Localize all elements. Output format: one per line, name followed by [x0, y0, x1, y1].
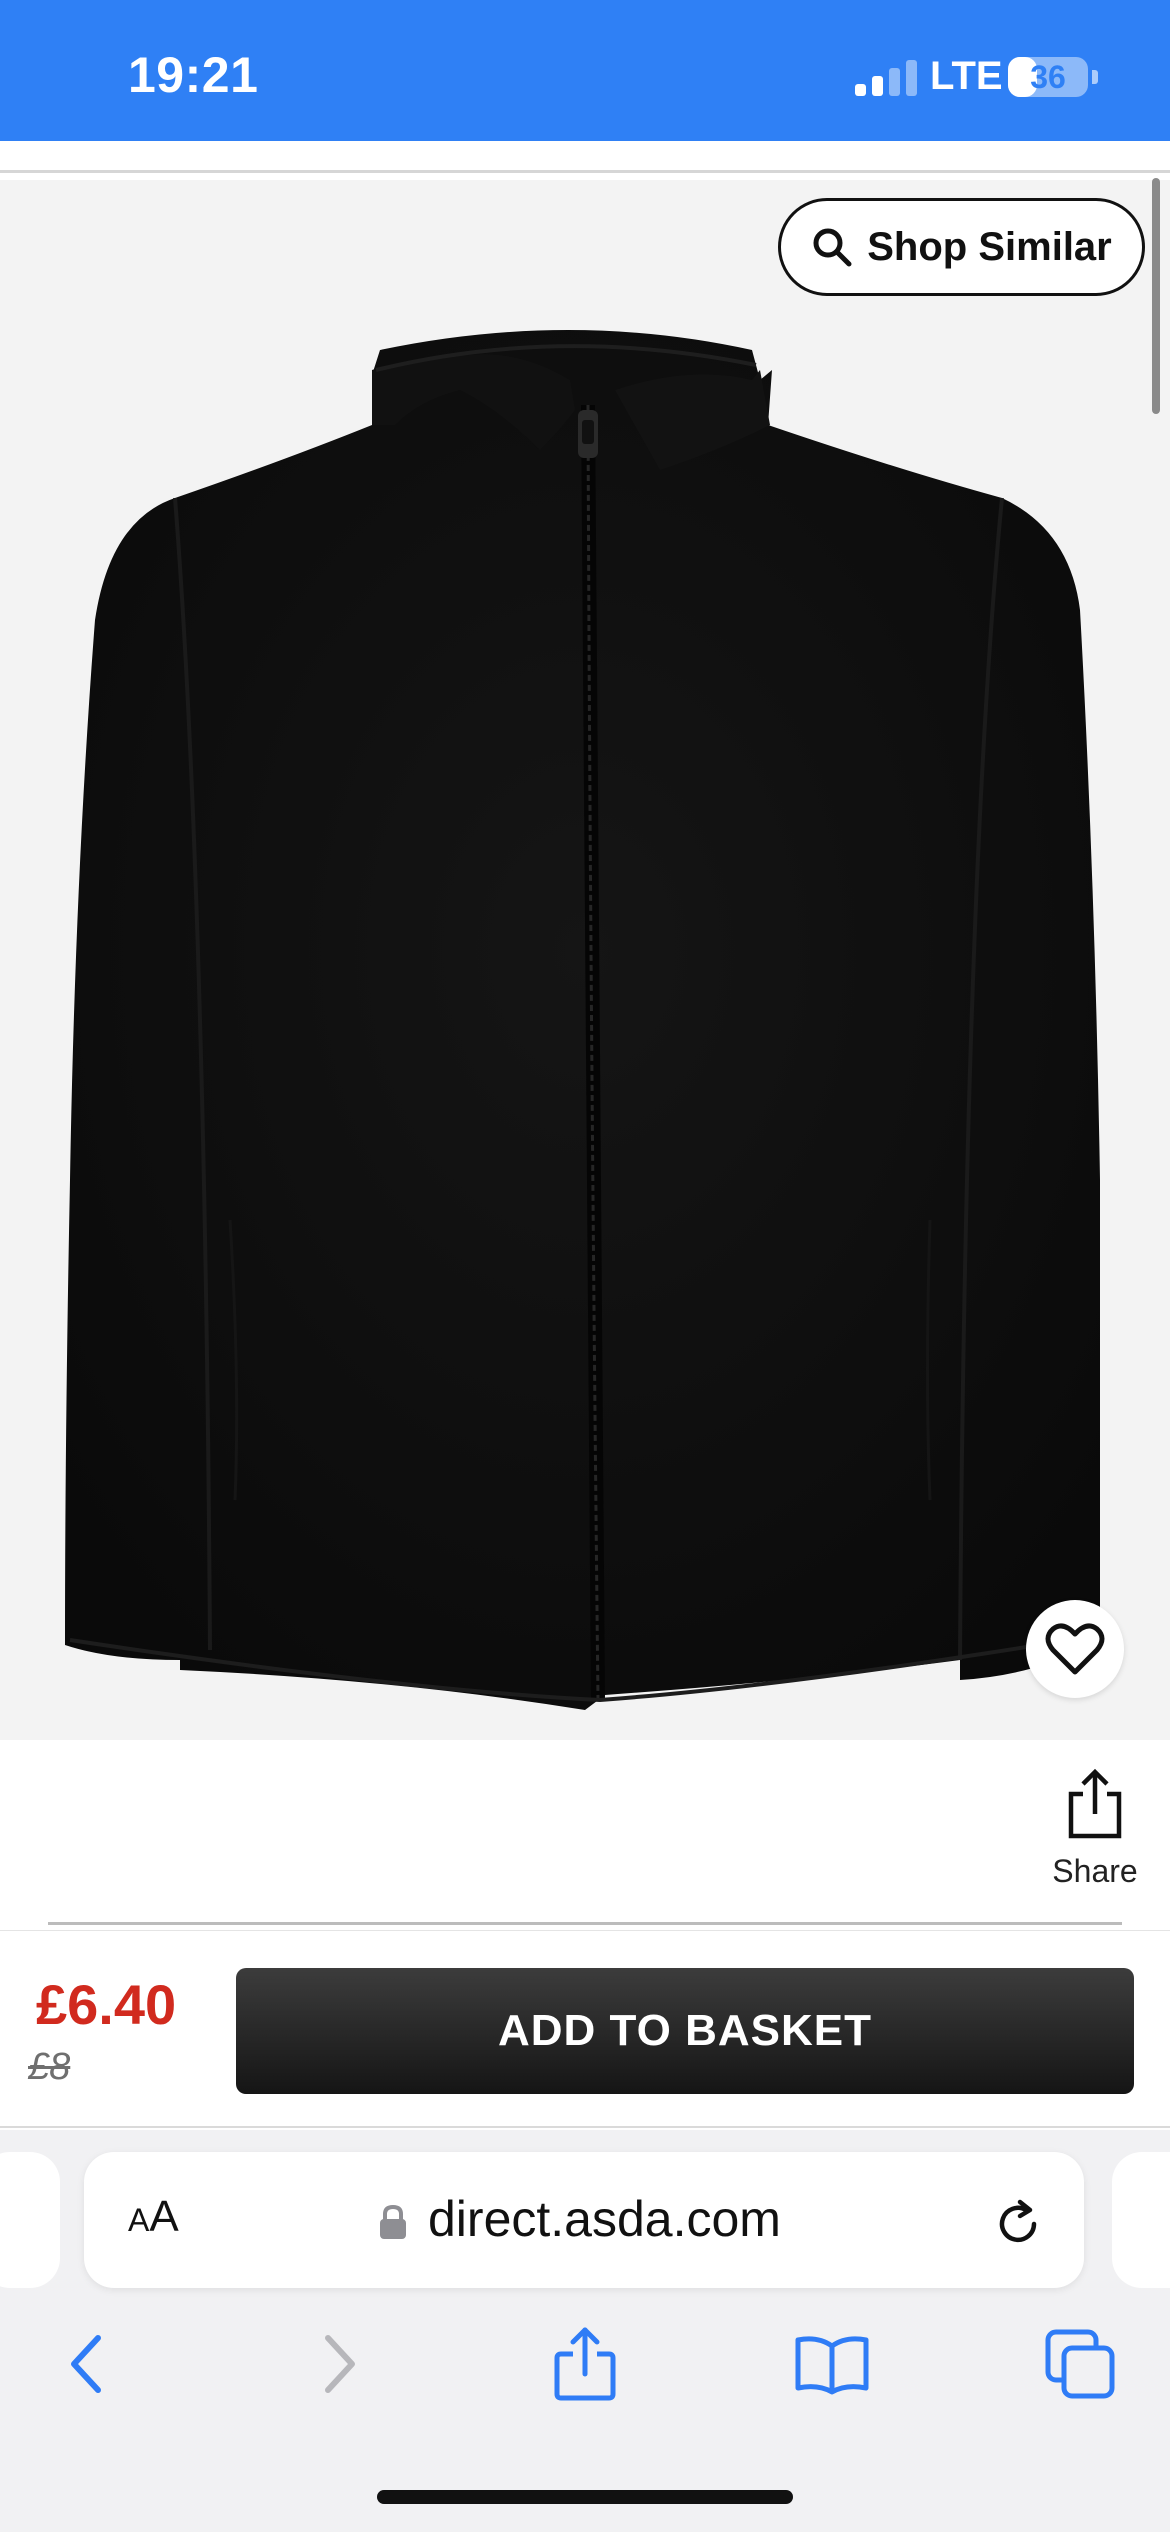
previous-tab-preview[interactable]: [0, 2152, 60, 2288]
share-label: Share: [1052, 1853, 1138, 1889]
tabs-icon: [1045, 2329, 1115, 2399]
share-icon: [1068, 1768, 1122, 1839]
current-price: £6.40: [36, 1973, 177, 2036]
next-tab-preview[interactable]: [1112, 2152, 1170, 2288]
bookmarks-button[interactable]: [790, 2322, 874, 2406]
back-arrow-icon: [71, 2335, 101, 2393]
home-indicator[interactable]: [377, 2490, 793, 2504]
share-button[interactable]: Share: [1030, 1768, 1160, 1898]
forward-arrow-icon: [325, 2335, 355, 2393]
lock-icon: [380, 2204, 406, 2239]
battery-nub: [1092, 70, 1098, 84]
heart-icon: [1045, 1623, 1105, 1675]
original-price: £8: [28, 2046, 71, 2088]
add-to-basket-button[interactable]: ADD TO BASKET: [236, 1968, 1134, 2094]
text-size-large-a: A: [149, 2192, 179, 2241]
product-image-carousel[interactable]: [0, 180, 1170, 1740]
fleece-jacket-image: [65, 330, 1101, 1710]
bookmarks-icon: [795, 2336, 869, 2395]
network-type: LTE: [930, 54, 1003, 98]
shop-similar-button[interactable]: Shop Similar: [778, 198, 1145, 296]
share-sheet-button[interactable]: [543, 2322, 627, 2406]
signal-strength-icon: [855, 60, 917, 96]
back-button[interactable]: [44, 2322, 128, 2406]
text-size-button[interactable]: AA: [128, 2192, 179, 2242]
status-bar: 19:21 LTE 36: [0, 0, 1170, 141]
search-icon: [813, 228, 852, 267]
header-divider: [0, 170, 1170, 173]
battery-icon: 36: [1008, 57, 1088, 97]
add-to-basket-label: ADD TO BASKET: [498, 2006, 872, 2055]
section-divider: [48, 1922, 1122, 1925]
url-text[interactable]: direct.asda.com: [428, 2190, 781, 2248]
battery-percentage: 36: [1030, 59, 1066, 95]
reload-icon[interactable]: [990, 2196, 1046, 2252]
status-time: 19:21: [128, 47, 259, 103]
share-sheet-icon: [554, 2327, 616, 2401]
wishlist-button[interactable]: [1026, 1600, 1124, 1698]
tabs-button[interactable]: [1038, 2322, 1122, 2406]
text-size-small-a: A: [128, 2202, 150, 2238]
shop-similar-label: Shop Similar: [867, 224, 1112, 269]
forward-button[interactable]: [298, 2322, 382, 2406]
page-scrollbar[interactable]: [1152, 178, 1160, 414]
